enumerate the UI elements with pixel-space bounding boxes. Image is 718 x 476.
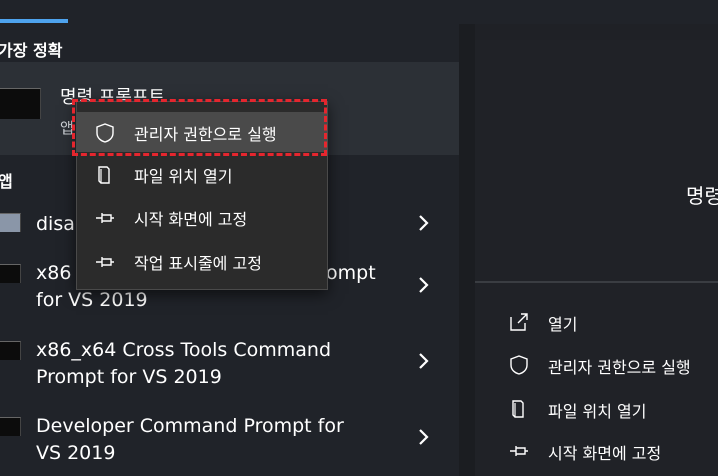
- apps-section-header: 앱: [0, 172, 13, 191]
- ctx-item-label: 파일 위치 열기: [134, 167, 233, 186]
- app-icon: [0, 417, 21, 436]
- action-label: 파일 위치 열기: [548, 402, 647, 421]
- action-open-file-location[interactable]: 파일 위치 열기: [475, 392, 718, 428]
- ctx-item-label: 작업 표시줄에 고정: [134, 254, 262, 273]
- chevron-right-icon[interactable]: [412, 274, 434, 296]
- app-item-x86-x64-cross-tools[interactable]: x86_x64 Cross Tools Command Prompt for V…: [0, 335, 459, 393]
- ctx-pin-to-taskbar[interactable]: 작업 표시줄에 고정: [77, 241, 327, 281]
- open-icon: [510, 313, 528, 331]
- action-pin-to-start[interactable]: 시작 화면에 고정: [475, 434, 718, 470]
- action-open[interactable]: 열기: [475, 305, 718, 341]
- app-item-label-line2: for VS 2019: [36, 289, 148, 311]
- chevron-right-icon[interactable]: [412, 212, 434, 234]
- pin-icon: [96, 257, 114, 267]
- preview-separator: [475, 281, 718, 283]
- ctx-open-file-location[interactable]: 파일 위치 열기: [77, 154, 327, 194]
- pin-icon: [96, 213, 114, 223]
- active-tab-indicator: [0, 19, 68, 23]
- app-item-label-line1: Developer Command Prompt for: [36, 415, 344, 437]
- ctx-pin-to-start[interactable]: 시작 화면에 고정: [77, 197, 327, 237]
- app-item-developer-command-prompt[interactable]: Developer Command Prompt for VS 2019: [0, 411, 459, 469]
- action-label: 관리자 권한으로 실행: [548, 358, 691, 377]
- action-run-as-admin[interactable]: 관리자 권한으로 실행: [475, 348, 718, 384]
- ctx-item-label: 시작 화면에 고정: [134, 210, 248, 229]
- search-tab-bar: [0, 0, 718, 24]
- best-match-header: 가장 정확: [0, 41, 63, 60]
- folder-location-icon: [98, 166, 110, 184]
- app-item-label-line1: x86: [36, 262, 72, 284]
- highlight-annotation: [72, 99, 327, 156]
- action-label: 열기: [548, 315, 578, 334]
- app-item-label-line1: x86_x64 Cross Tools Command: [36, 339, 332, 361]
- app-item-label-line1-tail: ompt: [326, 262, 376, 284]
- app-item-label: disal: [36, 213, 81, 235]
- app-item-label-line2: Prompt for VS 2019: [36, 366, 222, 388]
- app-icon: [0, 341, 21, 360]
- command-prompt-icon: [0, 88, 41, 119]
- chevron-right-icon[interactable]: [412, 426, 434, 448]
- pin-icon: [510, 446, 528, 456]
- folder-location-icon: [512, 400, 524, 418]
- preview-app-title: 명령: [686, 184, 718, 208]
- chevron-right-icon[interactable]: [412, 350, 434, 372]
- shield-icon: [510, 355, 528, 375]
- pane-divider: [459, 24, 475, 476]
- app-icon: [0, 213, 21, 232]
- action-label: 시작 화면에 고정: [548, 444, 662, 463]
- app-icon: [0, 264, 21, 283]
- app-item-label-line2: VS 2019: [36, 442, 116, 464]
